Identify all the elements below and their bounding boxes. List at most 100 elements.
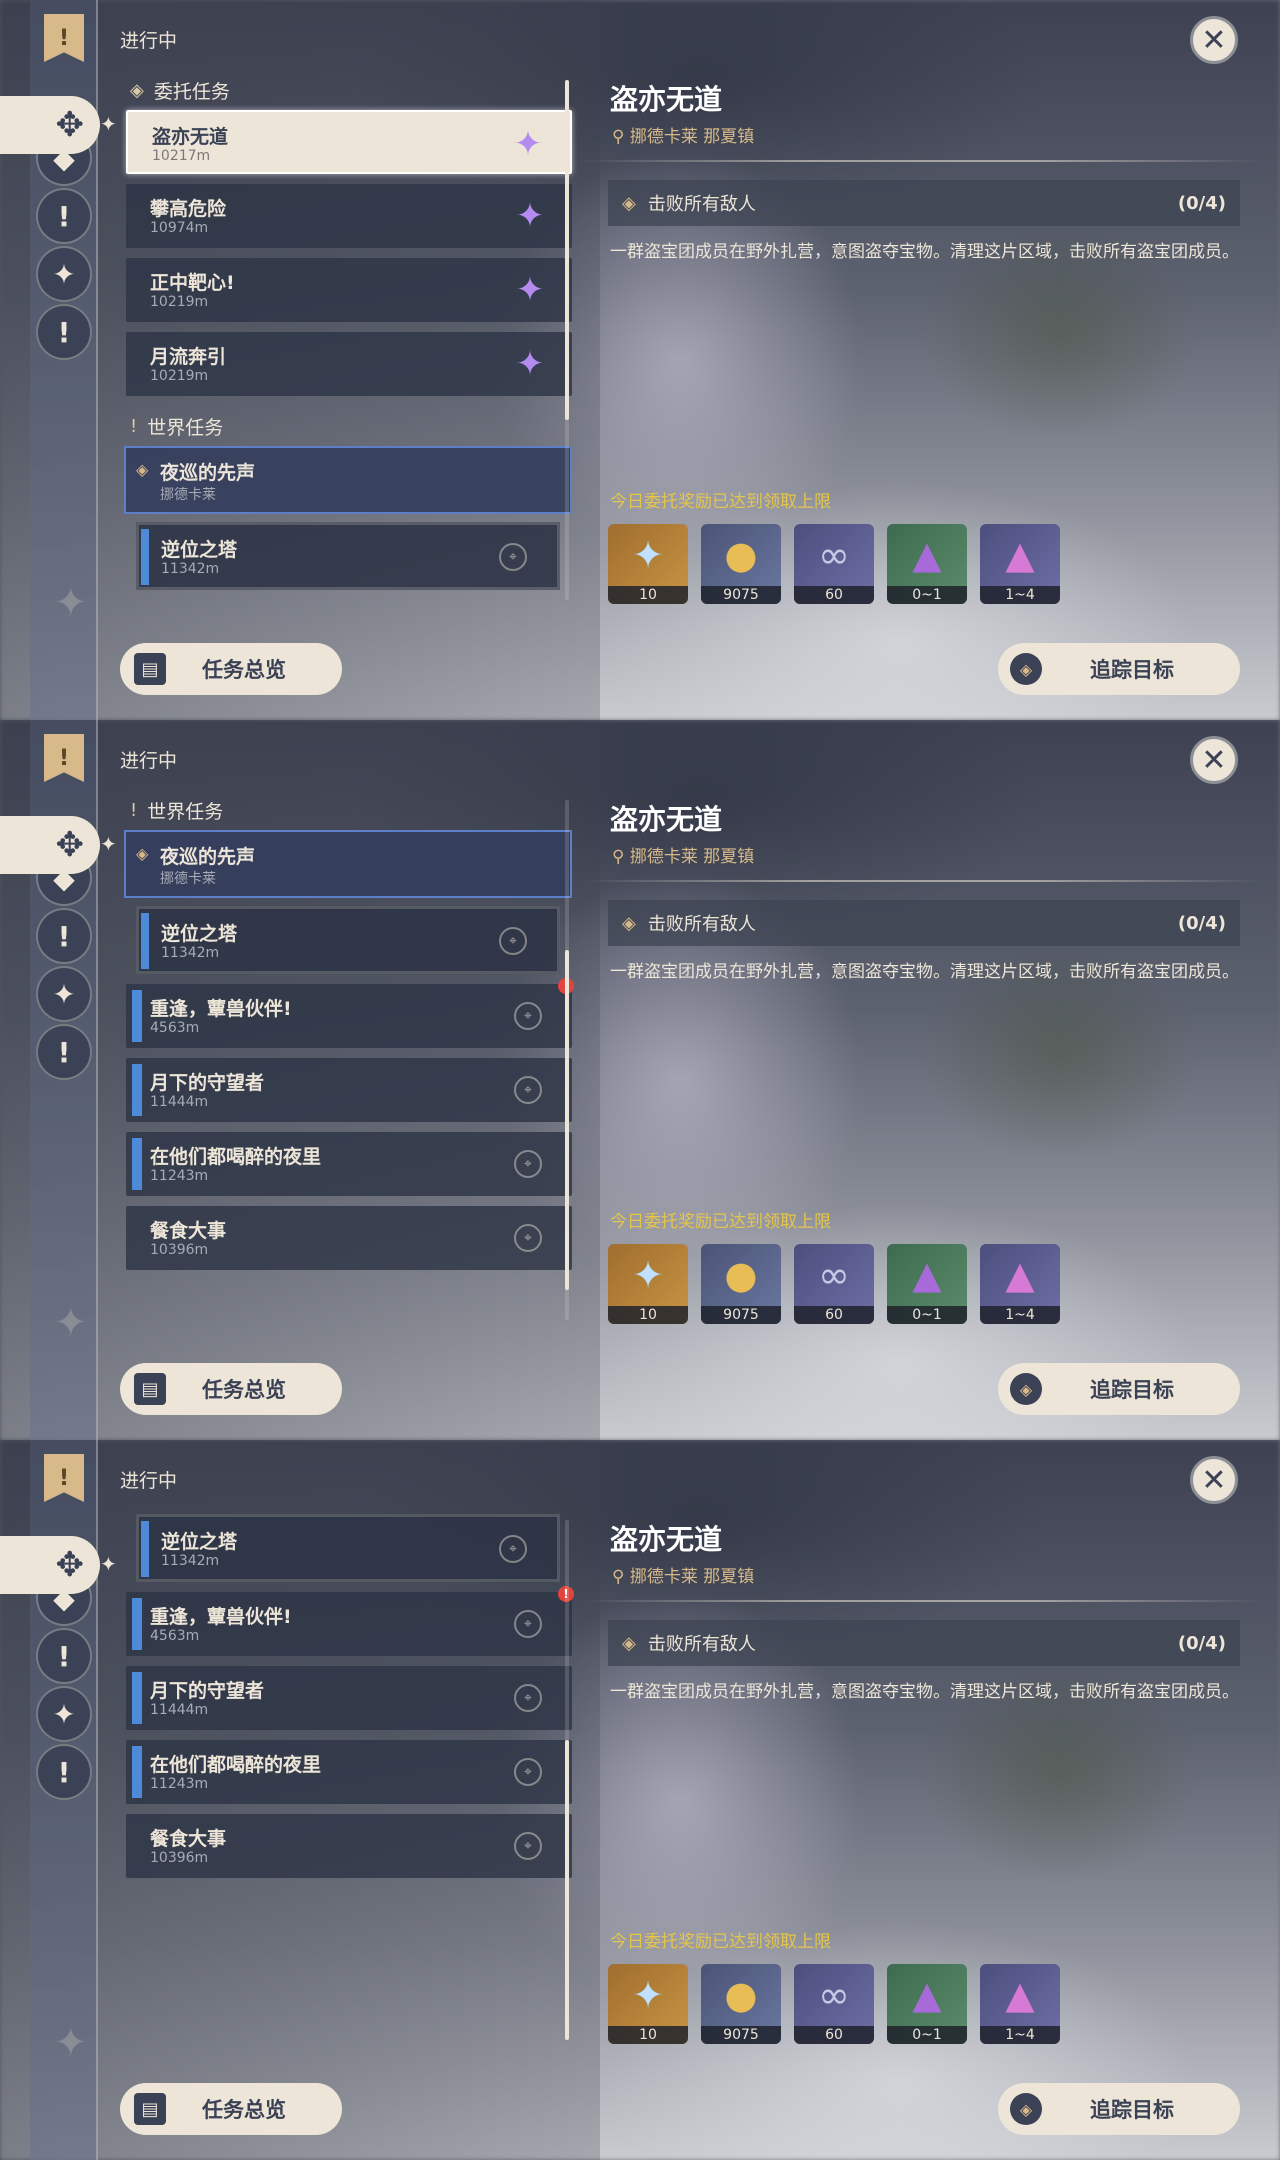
commission-icon[interactable]: ✦ [36, 1686, 92, 1742]
sparkle-icon: ✦ [100, 1552, 117, 1576]
commission-icon[interactable]: ✦ [36, 246, 92, 302]
detail-divider [580, 1600, 1260, 1602]
quest-item-commission-0[interactable]: 盗亦无道 10217m ✦ [126, 110, 572, 174]
map-pin-icon[interactable]: ⌖ [514, 1002, 542, 1030]
reward-mora[interactable]: ● 9075 [701, 524, 781, 604]
reward-note: 今日委托奖励已达到领取上限 [610, 492, 831, 512]
quest-name: 攀高危险 [150, 198, 227, 220]
world-sub-quest-item[interactable]: 逆位之塔 11342m ⌖ [136, 906, 560, 974]
map-pin-icon[interactable]: ⌖ [499, 1535, 527, 1563]
detail-location: ⚲ 挪德卡莱 那夏镇 [612, 1567, 755, 1587]
quest-banner-icon[interactable]: ! [44, 14, 84, 62]
reward-amethyst[interactable]: ▲ 1~4 [980, 1964, 1060, 2044]
list-scrollbar[interactable] [565, 80, 569, 600]
quest-overview-button[interactable]: ▤ 任务总览 [120, 2083, 342, 2135]
map-pin-icon[interactable]: ⌖ [514, 1684, 542, 1712]
scroll-thumb[interactable] [565, 950, 569, 1290]
sub-quest-marker [141, 529, 149, 585]
track-target-button[interactable]: ◈ 追踪目标 [998, 1363, 1240, 1415]
list-scrollbar[interactable] [565, 800, 569, 1320]
map-pin-icon[interactable]: ⌖ [514, 1076, 542, 1104]
sub-quest-marker [141, 913, 149, 969]
quest-name: 月流奔引 [150, 346, 227, 368]
quest-region: 挪德卡莱 [160, 871, 216, 887]
objective-diamond-icon: ◈ [622, 192, 636, 214]
quest-overview-button[interactable]: ▤ 任务总览 [120, 1363, 342, 1415]
quest-item-other-3[interactable]: 餐食大事 10396m ⌖ [126, 1814, 572, 1878]
scroll-thumb[interactable] [565, 1740, 569, 2040]
quest-item-commission-1[interactable]: 攀高危险 10974m ✦ [126, 184, 572, 248]
rail-active-tab-all[interactable]: ✥ [0, 96, 100, 154]
map-pin-icon[interactable]: ⌖ [514, 1224, 542, 1252]
reward-adventure-exp[interactable]: ∞ 60 [794, 1964, 874, 2044]
close-icon[interactable]: ✕ [1190, 736, 1238, 784]
reward-primogem[interactable]: ✦ 10 [608, 1244, 688, 1324]
story-quest-icon[interactable]: ! [36, 1628, 92, 1684]
quest-list[interactable]: 逆位之塔 11342m ⌖ 重逢，蕈兽伙伴! 4563m ⌖ ! 月下的守望者 … [120, 1514, 580, 2054]
map-pin-icon[interactable]: ⌖ [514, 1610, 542, 1638]
reward-amethyst[interactable]: ▲ 1~4 [980, 524, 1060, 604]
rail-decoration-icon: ✦ [54, 2020, 88, 2066]
quest-item-other-2[interactable]: 在他们都喝醉的夜里 11243m ⌖ [126, 1740, 572, 1804]
section-label: 委托任务 [153, 80, 230, 103]
reward-mora[interactable]: ● 9075 [701, 1964, 781, 2044]
quest-item-other-3[interactable]: 餐食大事 10396m ⌖ [126, 1206, 572, 1270]
map-pin-icon[interactable]: ⌖ [514, 1832, 542, 1860]
quest-name: 月下的守望者 [150, 1072, 265, 1094]
quest-item-other-2[interactable]: 在他们都喝醉的夜里 11243m ⌖ [126, 1132, 572, 1196]
world-sub-quest-item[interactable]: 逆位之塔 11342m ⌖ [136, 522, 560, 590]
quest-list[interactable]: ◈ 委托任务 盗亦无道 10217m ✦ 攀高危险 10974m ✦ 正中靶心!… [120, 70, 580, 610]
quest-banner-icon[interactable]: ! [44, 1454, 84, 1502]
world-quest-icon[interactable]: ! [36, 304, 92, 360]
list-scrollbar[interactable] [565, 1520, 569, 2040]
track-diamond-icon: ◈ [1010, 1373, 1042, 1405]
reward-adventure-exp[interactable]: ∞ 60 [794, 524, 874, 604]
rail-active-tab-all[interactable]: ✥ [0, 816, 100, 874]
quest-banner-icon[interactable]: ! [44, 734, 84, 782]
reward-crystal-ore[interactable]: ▲ 0~1 [887, 1964, 967, 2044]
rail-active-tab-all[interactable]: ✥ [0, 1536, 100, 1594]
quest-item-other-1[interactable]: 月下的守望者 11444m ⌖ [126, 1666, 572, 1730]
map-pin-icon[interactable]: ⌖ [499, 543, 527, 571]
world-quest-item[interactable]: ◈ 夜巡的先声 挪德卡莱 [124, 446, 572, 514]
quest-distance: 11243m [150, 1168, 209, 1184]
world-quest-icon[interactable]: ! [36, 1024, 92, 1080]
quest-name: 逆位之塔 [161, 539, 238, 561]
quest-item-commission-3[interactable]: 月流奔引 10219m ✦ [126, 332, 572, 396]
track-target-button[interactable]: ◈ 追踪目标 [998, 643, 1240, 695]
map-pin-icon[interactable]: ⌖ [514, 1150, 542, 1178]
close-icon[interactable]: ✕ [1190, 1456, 1238, 1504]
map-pin-icon[interactable]: ⌖ [499, 927, 527, 955]
quest-item-other-0[interactable]: 重逢，蕈兽伙伴! 4563m ⌖ ! [126, 1586, 574, 1656]
commission-star-icon: ✦ [515, 344, 545, 384]
reward-primogem[interactable]: ✦ 10 [608, 1964, 688, 2044]
quest-item-commission-2[interactable]: 正中靶心! 10219m ✦ [126, 258, 572, 322]
mora-icon: ● [724, 1253, 758, 1297]
reward-mora[interactable]: ● 9075 [701, 1244, 781, 1324]
quest-name: 夜巡的先声 [160, 846, 256, 868]
story-quest-icon[interactable]: ! [36, 908, 92, 964]
world-quest-icon[interactable]: ! [36, 1744, 92, 1800]
quest-list[interactable]: ! 世界任务 ◈ 夜巡的先声 挪德卡莱 逆位之塔 11342m ⌖ 重逢，蕈兽伙… [120, 790, 580, 1330]
map-pin-icon[interactable]: ⌖ [514, 1758, 542, 1786]
detail-divider [580, 880, 1260, 882]
header-label: 进行中 [120, 30, 178, 52]
objective-text: 击败所有敌人 [647, 914, 756, 935]
quest-item-other-0[interactable]: 重逢，蕈兽伙伴! 4563m ⌖ ! [126, 978, 574, 1048]
quest-overview-button[interactable]: ▤ 任务总览 [120, 643, 342, 695]
reward-amethyst[interactable]: ▲ 1~4 [980, 1244, 1060, 1324]
reward-crystal-ore[interactable]: ▲ 0~1 [887, 1244, 967, 1324]
section-world: ! 世界任务 [120, 790, 580, 830]
story-quest-icon[interactable]: ! [36, 188, 92, 244]
quest-item-other-1[interactable]: 月下的守望者 11444m ⌖ [126, 1058, 572, 1122]
reward-adventure-exp[interactable]: ∞ 60 [794, 1244, 874, 1324]
reward-primogem[interactable]: ✦ 10 [608, 524, 688, 604]
reward-crystal-ore[interactable]: ▲ 0~1 [887, 524, 967, 604]
close-icon[interactable]: ✕ [1190, 16, 1238, 64]
world-quest-item[interactable]: ◈ 夜巡的先声 挪德卡莱 [124, 830, 572, 898]
quest-name: 夜巡的先声 [160, 462, 256, 484]
track-target-button[interactable]: ◈ 追踪目标 [998, 2083, 1240, 2135]
scroll-thumb[interactable] [565, 80, 569, 420]
world-sub-quest-item[interactable]: 逆位之塔 11342m ⌖ [136, 1514, 560, 1582]
commission-icon[interactable]: ✦ [36, 966, 92, 1022]
